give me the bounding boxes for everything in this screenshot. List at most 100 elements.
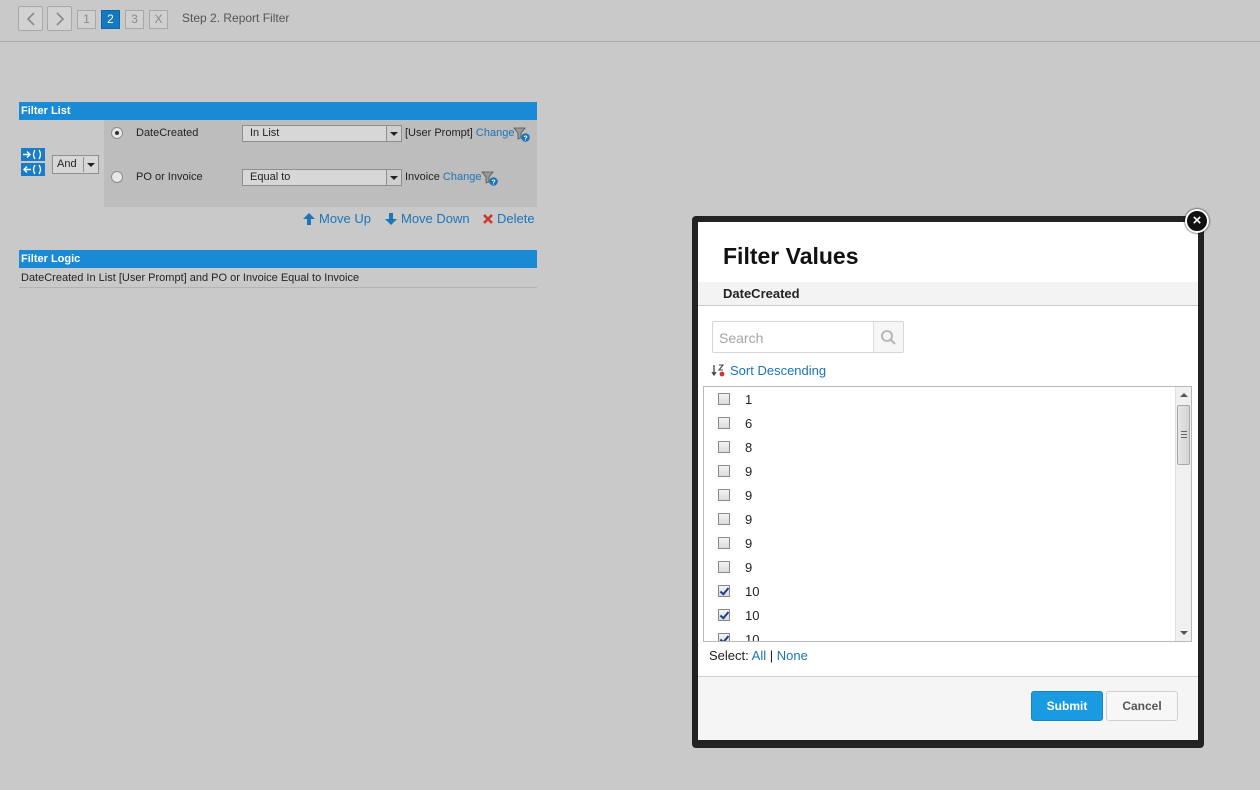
submit-button[interactable]: Submit — [1031, 691, 1103, 721]
values-list[interactable]: 1 6 8 9 9 9 9 9 10 10 10 — [703, 386, 1192, 642]
svg-text:?: ? — [491, 179, 495, 186]
filter-logic-text: DateCreated In List [User Prompt] and PO… — [21, 272, 360, 284]
ungroup-left-icon — [23, 164, 42, 175]
list-item-checkbox[interactable] — [718, 513, 730, 525]
filter-value-text: Invoice — [405, 171, 440, 183]
logic-operator-select[interactable]: And — [52, 155, 99, 174]
move-up-label: Move Up — [319, 211, 372, 226]
list-item[interactable]: 9 — [718, 555, 752, 579]
cancel-button[interactable]: Cancel — [1106, 691, 1178, 721]
list-item-checkbox[interactable] — [718, 585, 730, 597]
filter-value: Invoice Change — [405, 171, 481, 183]
chevron-left-icon — [26, 11, 35, 26]
move-up-button[interactable]: Move Up — [302, 211, 371, 226]
chevron-down-icon — [386, 170, 401, 185]
filter-operator-value: Equal to — [250, 171, 291, 183]
filter-operator-select[interactable]: Equal to — [242, 169, 402, 186]
list-item-label: 9 — [745, 535, 753, 551]
filter-rows: DateCreated In List [User Prompt] Change… — [104, 120, 537, 207]
group-in-button[interactable] — [21, 148, 45, 161]
chevron-right-icon — [55, 11, 64, 26]
chevron-down-icon — [386, 126, 401, 141]
list-item-label: 10 — [745, 583, 760, 599]
list-item-checkbox[interactable] — [718, 489, 730, 501]
list-item[interactable]: 1 — [718, 387, 752, 411]
scroll-down-icon[interactable] — [1180, 631, 1188, 635]
filter-operator-value: In List — [250, 127, 280, 139]
select-all-link[interactable]: All — [752, 648, 766, 663]
grip-line — [1181, 431, 1187, 432]
select-label: Select: — [709, 648, 749, 663]
delete-label: Delete — [497, 211, 535, 226]
list-item-checkbox[interactable] — [718, 561, 730, 573]
step-2-button[interactable]: 2 — [101, 10, 120, 29]
filter-field-name: DateCreated — [136, 127, 199, 139]
list-item[interactable]: 9 — [718, 531, 752, 555]
list-item[interactable]: 10 — [718, 603, 759, 627]
divider — [19, 287, 537, 288]
list-item-label: 9 — [745, 487, 753, 503]
filter-operator-select[interactable]: In List — [242, 125, 402, 142]
filter-row: PO or Invoice Equal to Invoice Change ? — [104, 163, 537, 206]
wizard-bar: 1 2 3 X Step 2. Report Filter — [0, 0, 1260, 42]
change-link[interactable]: Change — [443, 171, 482, 183]
list-item[interactable]: 10 — [718, 627, 759, 641]
filter-row: DateCreated In List [User Prompt] Change… — [104, 120, 537, 163]
move-down-label: Move Down — [401, 211, 470, 226]
search-button[interactable] — [873, 322, 903, 352]
previous-button[interactable] — [18, 6, 43, 31]
list-item[interactable]: 9 — [718, 483, 752, 507]
logic-operator-value: And — [57, 158, 77, 170]
list-item-label: 9 — [745, 559, 753, 575]
list-item-checkbox[interactable] — [718, 393, 730, 405]
list-item[interactable]: 10 — [718, 579, 759, 603]
step-3-button[interactable]: 3 — [125, 10, 144, 29]
change-link[interactable]: Change — [476, 127, 515, 139]
list-item[interactable]: 9 — [718, 507, 752, 531]
filter-help-icon[interactable]: ? — [481, 170, 499, 187]
arrow-down-icon — [385, 212, 397, 225]
list-item-label: 10 — [745, 607, 760, 623]
list-item-checkbox[interactable] — [718, 417, 730, 429]
group-out-button[interactable] — [21, 163, 45, 176]
filter-row-radio[interactable] — [111, 171, 123, 183]
filter-value: [User Prompt] Change — [405, 127, 514, 139]
select-separator: | — [769, 648, 774, 663]
sort-descending-button[interactable]: Sort Descending — [711, 363, 826, 378]
list-item-checkbox[interactable] — [718, 609, 730, 621]
filter-row-radio[interactable] — [111, 127, 123, 139]
filter-field-name: PO or Invoice — [136, 171, 203, 183]
dialog-footer: Submit Cancel — [698, 676, 1198, 740]
search-box: Search — [712, 321, 904, 353]
scroll-up-icon[interactable] — [1180, 393, 1188, 397]
next-button[interactable] — [47, 6, 72, 31]
list-item-label: 9 — [745, 463, 753, 479]
select-none-link[interactable]: None — [777, 648, 808, 663]
scrollbar-thumb[interactable] — [1177, 405, 1190, 465]
filter-help-icon[interactable]: ? — [513, 126, 531, 143]
list-item-checkbox[interactable] — [718, 633, 730, 641]
list-item[interactable]: 9 — [718, 459, 752, 483]
search-input[interactable]: Search — [719, 330, 763, 346]
list-item[interactable]: 8 — [718, 435, 752, 459]
list-item-checkbox[interactable] — [718, 537, 730, 549]
group-right-icon — [23, 149, 42, 160]
list-scrollbar[interactable] — [1175, 387, 1191, 641]
dialog-field-header: DateCreated — [698, 282, 1198, 306]
exit-step-button[interactable]: X — [149, 10, 168, 29]
sort-label: Sort Descending — [730, 363, 827, 378]
step-1-button[interactable]: 1 — [77, 10, 96, 29]
arrow-up-icon — [303, 212, 315, 225]
list-item-checkbox[interactable] — [718, 465, 730, 477]
delete-button[interactable]: Delete — [482, 211, 535, 226]
step-title: Step 2. Report Filter — [182, 11, 290, 25]
list-item[interactable]: 6 — [718, 411, 752, 435]
svg-text:?: ? — [523, 135, 527, 142]
chevron-down-icon — [83, 157, 97, 172]
filter-list-header: Filter List — [19, 102, 537, 120]
grip-line — [1181, 437, 1187, 438]
list-item-checkbox[interactable] — [718, 441, 730, 453]
list-item-label: 8 — [745, 439, 753, 455]
close-icon[interactable]: × — [1185, 209, 1209, 233]
move-down-button[interactable]: Move Down — [384, 211, 470, 226]
